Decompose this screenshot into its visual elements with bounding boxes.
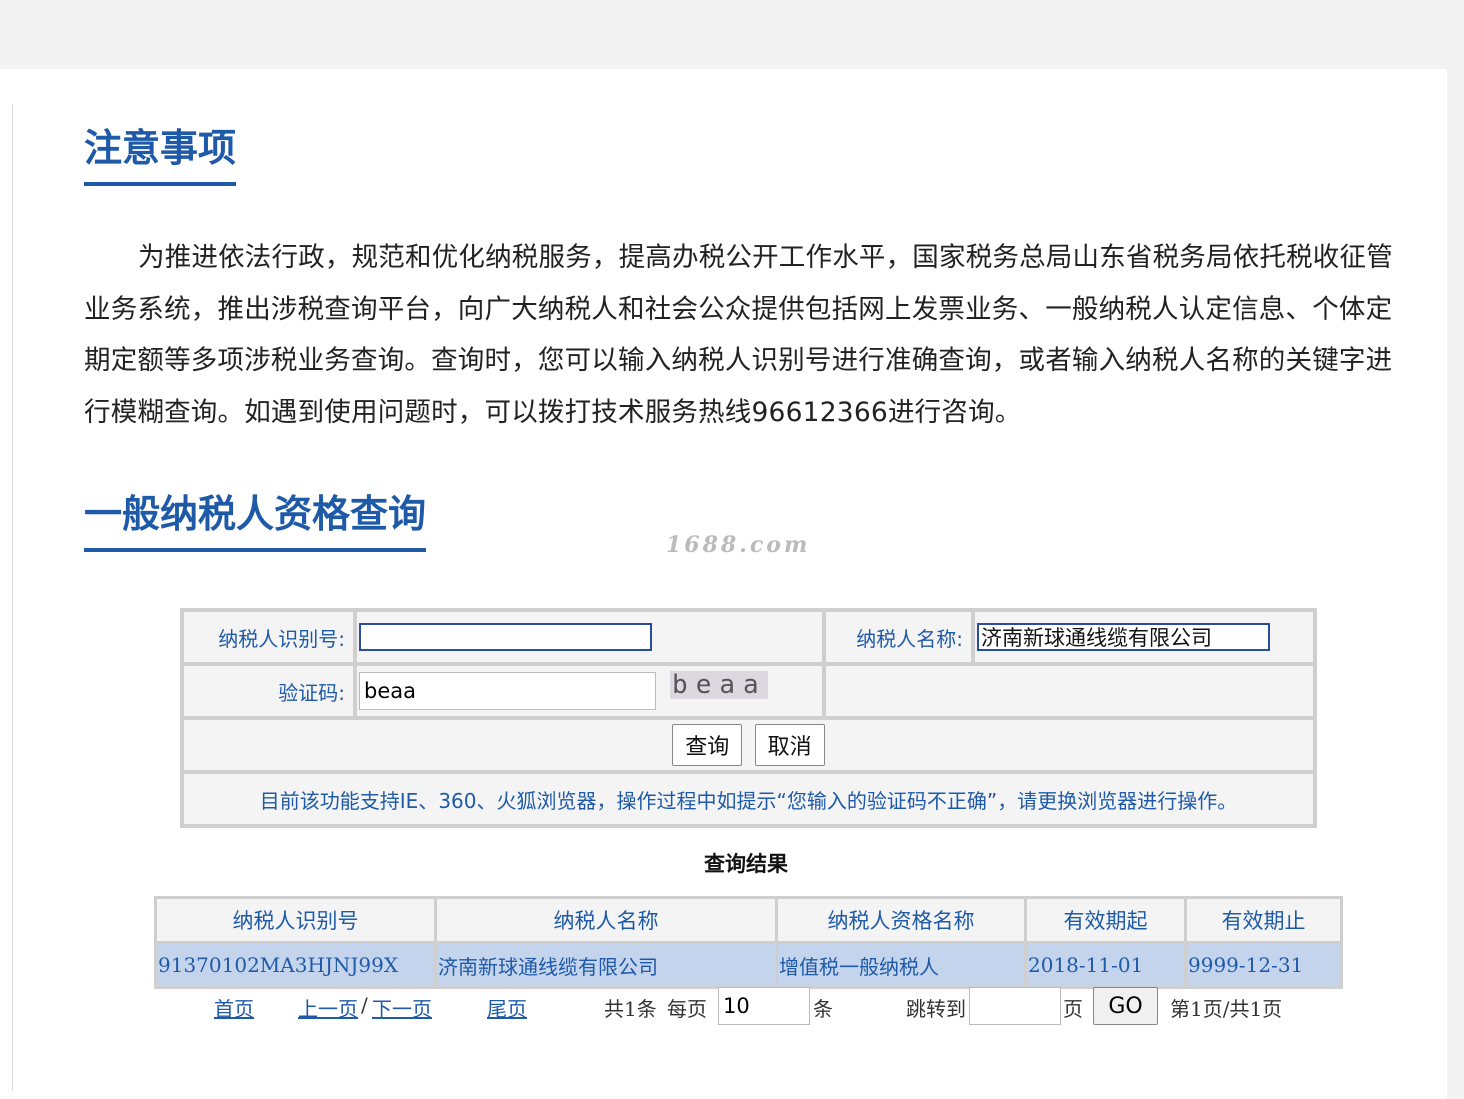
- col-header-valid-to: 有效期止: [1184, 896, 1343, 944]
- captcha-label: 验证码:: [182, 664, 355, 718]
- pager-separator: /: [361, 993, 368, 1017]
- prev-page-link[interactable]: 上一页: [298, 993, 358, 1022]
- go-button[interactable]: GO: [1093, 987, 1158, 1025]
- query-section-title: 一般纳税人资格查询: [84, 492, 427, 552]
- next-page-link[interactable]: 下一页: [372, 993, 432, 1022]
- cell-valid-from: 2018-11-01: [1024, 941, 1187, 989]
- per-page-unit: 条: [813, 997, 833, 1021]
- first-page-link[interactable]: 首页: [214, 993, 254, 1022]
- captcha-cell: beaa: [355, 664, 824, 718]
- table-row[interactable]: 91370102MA3HJNJ99X 济南新球通线缆有限公司 增值税一般纳税人 …: [154, 941, 1343, 989]
- captcha-input[interactable]: [359, 672, 656, 710]
- col-header-taxpayer-id: 纳税人识别号: [154, 896, 437, 944]
- button-row: 查询 取消: [182, 718, 1315, 772]
- watermark-logo: 1688.com: [666, 532, 811, 558]
- browser-notice: 目前该功能支持IE、360、火狐浏览器，操作过程中如提示“您输入的验证码不正确”…: [182, 772, 1315, 826]
- notice-title: 注意事项: [84, 126, 237, 186]
- taxpayer-id-label: 纳税人识别号:: [182, 610, 355, 664]
- page-info: 第1页/共1页: [1170, 997, 1283, 1021]
- cell-taxpayer-name: 济南新球通线缆有限公司: [434, 941, 778, 989]
- per-page-input[interactable]: [718, 987, 810, 1025]
- jump-label: 跳转到: [906, 997, 966, 1021]
- cell-qualification: 增值税一般纳税人: [775, 941, 1027, 989]
- pagination: 首页 上一页 / 下一页 尾页 共1条 每页 条 跳转到 页 GO 第1页/共1…: [0, 985, 1464, 1029]
- query-button[interactable]: 查询: [672, 724, 743, 766]
- results-table: 纳税人识别号 纳税人名称 纳税人资格名称 有效期起 有效期止 91370102M…: [154, 896, 1343, 989]
- per-page-label: 每页: [667, 997, 707, 1021]
- results-title: 查询结果: [704, 851, 788, 876]
- jump-page-input[interactable]: [969, 987, 1061, 1025]
- taxpayer-name-cell: [973, 610, 1315, 664]
- taxpayer-name-label: 纳税人名称:: [824, 610, 973, 664]
- col-header-taxpayer-name: 纳税人名称: [434, 896, 778, 944]
- total-count: 共1条: [604, 997, 657, 1021]
- col-header-valid-from: 有效期起: [1024, 896, 1187, 944]
- last-page-link[interactable]: 尾页: [487, 993, 527, 1022]
- cancel-button[interactable]: 取消: [754, 724, 825, 766]
- notice-body: 为推进依法行政，规范和优化纳税服务，提高办税公开工作水平，国家税务总局山东省税务…: [84, 242, 1393, 428]
- query-form: 纳税人识别号: 纳税人名称: 验证码: beaa 查询 取消 目前该功能支持IE…: [180, 608, 1317, 828]
- taxpayer-name-input[interactable]: [977, 623, 1270, 651]
- results-header-row: 纳税人识别号 纳税人名称 纳税人资格名称 有效期起 有效期止: [154, 896, 1343, 944]
- jump-unit: 页: [1063, 997, 1083, 1021]
- cell-taxpayer-id: 91370102MA3HJNJ99X: [154, 941, 437, 989]
- captcha-image[interactable]: beaa: [670, 670, 769, 699]
- left-divider: [12, 104, 13, 1091]
- cell-valid-to: 9999-12-31: [1184, 941, 1343, 989]
- taxpayer-id-input[interactable]: [359, 623, 652, 651]
- taxpayer-id-cell: [355, 610, 824, 664]
- col-header-qualification: 纳税人资格名称: [775, 896, 1027, 944]
- empty-cell: [824, 664, 1315, 718]
